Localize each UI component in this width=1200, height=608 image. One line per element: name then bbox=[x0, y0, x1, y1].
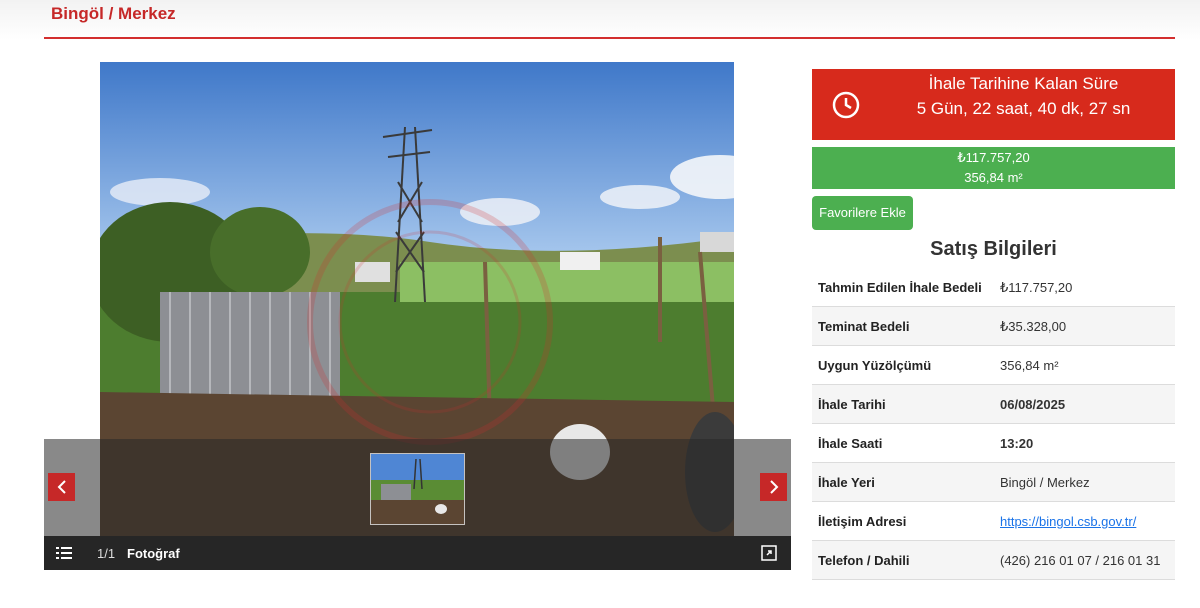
price-summary: ₺117.757,20 356,84 m² bbox=[812, 147, 1175, 189]
gallery-next-button[interactable] bbox=[760, 473, 787, 501]
countdown-title: İhale Tarihine Kalan Süre bbox=[928, 74, 1119, 93]
table-row: Uygun Yüzölçümü 356,84 m² bbox=[812, 345, 1175, 385]
chevron-right-icon bbox=[769, 480, 778, 494]
gallery-toolbar: 1/1 Fotoğraf bbox=[44, 536, 791, 570]
list-icon[interactable] bbox=[56, 545, 72, 561]
table-row: Teminat Bedeli ₺35.328,00 bbox=[812, 306, 1175, 346]
row-value: 06/08/2025 bbox=[994, 384, 1175, 424]
row-label: Teminat Bedeli bbox=[812, 306, 994, 346]
gallery-label: Fotoğraf bbox=[127, 546, 180, 561]
header-divider bbox=[44, 37, 1175, 39]
row-value: 13:20 bbox=[994, 423, 1175, 463]
row-label: İhale Yeri bbox=[812, 462, 994, 502]
row-value: ₺35.328,00 bbox=[994, 306, 1175, 346]
section-title: Satış Bilgileri bbox=[930, 238, 1057, 260]
table-row: Telefon / Dahili (426) 216 01 07 / 216 0… bbox=[812, 540, 1175, 580]
breadcrumb: Bingöl / Merkez bbox=[51, 4, 176, 23]
gallery-prev-button[interactable] bbox=[48, 473, 75, 501]
photo-counter: 1/1 bbox=[97, 546, 116, 561]
clock-icon bbox=[832, 91, 860, 119]
table-row: Tahmin Edilen İhale Bedeli ₺117.757,20 bbox=[812, 268, 1175, 307]
table-row: İletişim Adresi https://bingol.csb.gov.t… bbox=[812, 501, 1175, 541]
countdown-banner: İhale Tarihine Kalan Süre 5 Gün, 22 saat… bbox=[812, 69, 1175, 140]
expand-icon[interactable] bbox=[761, 545, 777, 561]
price-area: 356,84 m² bbox=[964, 170, 1023, 185]
countdown-value: 5 Gün, 22 saat, 40 dk, 27 sn bbox=[916, 99, 1131, 118]
row-label: İhale Tarihi bbox=[812, 384, 994, 424]
row-label: İletişim Adresi bbox=[812, 501, 994, 541]
row-label: Tahmin Edilen İhale Bedeli bbox=[812, 268, 994, 307]
row-value: ₺117.757,20 bbox=[994, 268, 1175, 307]
row-label: İhale Saati bbox=[812, 423, 994, 463]
thumbnail-strip bbox=[44, 439, 791, 536]
table-row: İhale Tarihi 06/08/2025 bbox=[812, 384, 1175, 424]
photo-gallery: 1/1 Fotoğraf bbox=[44, 62, 791, 570]
chevron-left-icon bbox=[57, 480, 66, 494]
add-favorite-button[interactable]: Favorilere Ekle bbox=[812, 196, 913, 230]
row-value: (426) 216 01 07 / 216 01 31 bbox=[994, 540, 1175, 580]
row-value: Bingöl / Merkez bbox=[994, 462, 1175, 502]
row-label: Telefon / Dahili bbox=[812, 540, 994, 580]
table-row: İhale Yeri Bingöl / Merkez bbox=[812, 462, 1175, 502]
thumbnail-photo[interactable] bbox=[370, 453, 465, 525]
table-row: İhale Saati 13:20 bbox=[812, 423, 1175, 463]
sales-info-table: Tahmin Edilen İhale Bedeli ₺117.757,20 T… bbox=[812, 268, 1175, 580]
contact-address-link[interactable]: https://bingol.csb.gov.tr/ bbox=[1000, 514, 1136, 529]
top-bar: Bingöl / Merkez bbox=[0, 0, 1200, 40]
price-amount: ₺117.757,20 bbox=[957, 150, 1030, 165]
row-label: Uygun Yüzölçümü bbox=[812, 345, 994, 385]
row-value: 356,84 m² bbox=[994, 345, 1175, 385]
